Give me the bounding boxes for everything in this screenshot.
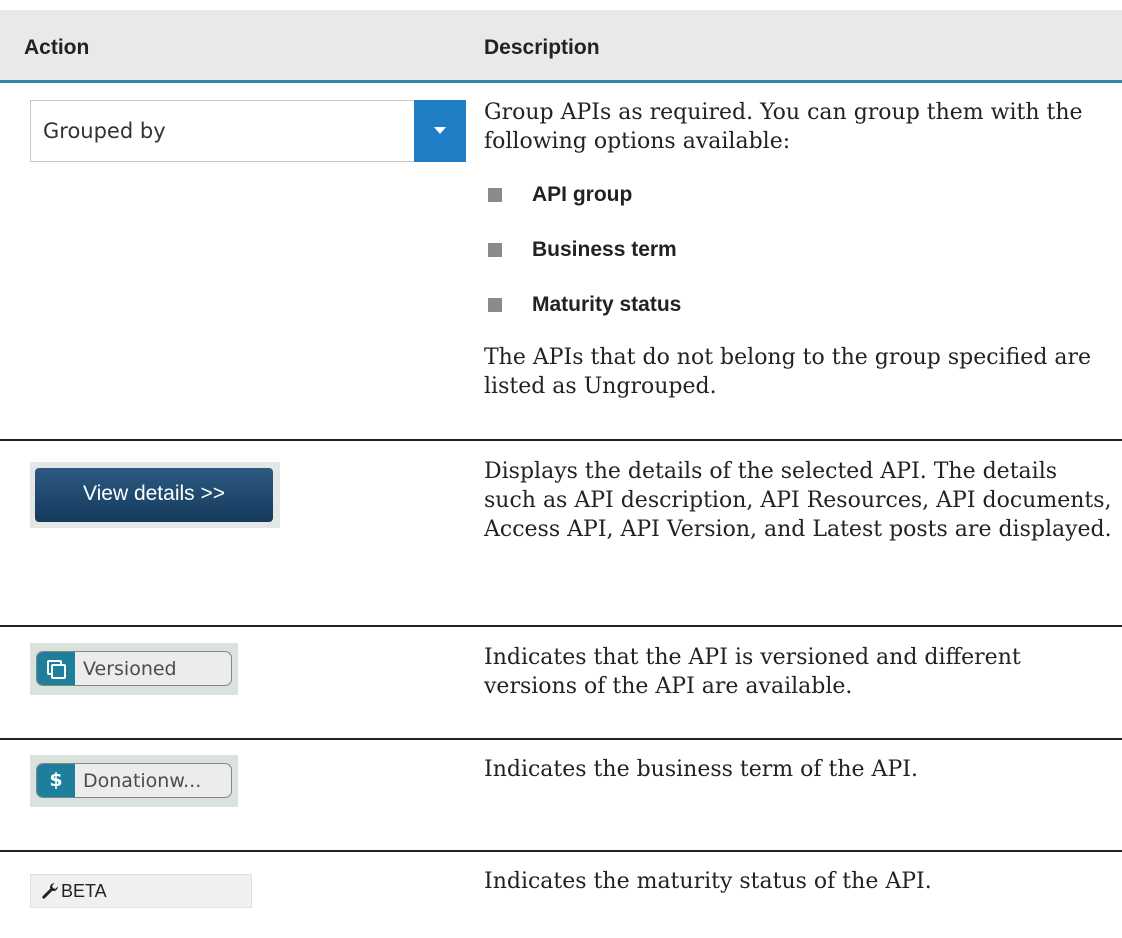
group-options-list: API group Business term Maturity status [482, 181, 1082, 346]
header-action: Action [24, 36, 90, 59]
bullet-text: Business term [532, 238, 677, 261]
business-term-label: Donationw... [83, 770, 202, 792]
chevron-down-icon [434, 127, 446, 134]
row-1-note: The APIs that do not belong to the group… [484, 345, 1092, 399]
versioned-tag-container: Versioned [30, 643, 238, 695]
maturity-status-badge[interactable]: BETA [30, 874, 252, 908]
list-item: API group [482, 181, 1082, 236]
bullet-square-icon [488, 188, 502, 202]
wrench-icon [42, 883, 58, 899]
list-item: Maturity status [482, 291, 1082, 346]
list-item: Business term [482, 236, 1082, 291]
bullet-text: API group [532, 183, 633, 206]
row-divider [0, 625, 1122, 627]
view-details-button-container: View details >> [30, 462, 280, 528]
row-3-description: Indicates that the API is versioned and … [484, 645, 1021, 699]
copy-icon [37, 652, 75, 685]
bullet-text: Maturity status [532, 293, 682, 316]
versioned-label: Versioned [83, 658, 177, 680]
view-details-button[interactable]: View details >> [35, 468, 273, 522]
dropdown-toggle-button[interactable] [414, 100, 466, 162]
row-2-description: Displays the details of the selected API… [484, 459, 1112, 542]
business-term-tag-container: $ Donationw... [30, 755, 238, 807]
table-header: Action Description [0, 10, 1122, 83]
versioned-tag[interactable]: Versioned [36, 651, 232, 686]
bullet-square-icon [488, 243, 502, 257]
row-divider [0, 850, 1122, 852]
actions-table: Action Description Grouped by Group APIs… [0, 0, 1122, 938]
row-1-description: Group APIs as required. You can group th… [484, 100, 1083, 154]
maturity-status-label: BETA [61, 881, 107, 901]
grouped-by-dropdown[interactable]: Grouped by [30, 100, 466, 162]
row-5-description: Indicates the maturity status of the API… [484, 869, 932, 894]
dollar-icon: $ [37, 764, 75, 797]
view-details-label: View details >> [82, 482, 226, 505]
bullet-square-icon [488, 298, 502, 312]
row-divider [0, 738, 1122, 740]
business-term-tag[interactable]: $ Donationw... [36, 763, 232, 798]
header-description: Description [484, 36, 600, 59]
row-divider [0, 439, 1122, 441]
grouped-by-label: Grouped by [43, 119, 166, 143]
row-4-description: Indicates the business term of the API. [484, 757, 918, 782]
